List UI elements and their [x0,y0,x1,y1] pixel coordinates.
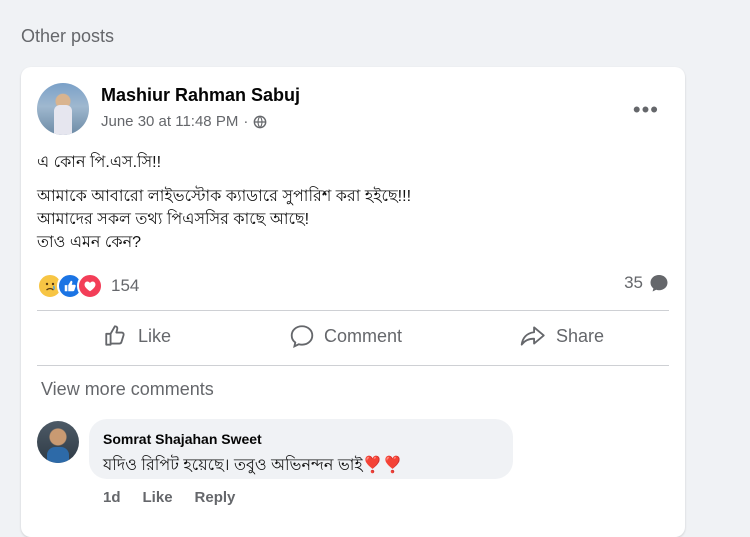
post-text: এ কোন পি.এস.সি!! আমাকে আবারো লাইভস্টোক ক… [37,151,411,254]
comment-bubble-icon [650,275,668,292]
post-text-line: আমাকে আবারো লাইভস্টোক ক্যাডারে সুপারিশ ক… [37,188,412,205]
author-avatar[interactable] [37,83,89,135]
globe-icon [253,115,267,128]
post-text-line: এ কোন পি.এস.সি!! [37,154,162,171]
thumbs-up-icon [105,325,125,346]
divider [37,310,669,311]
commenter-avatar[interactable] [37,421,79,463]
post-card: Mashiur Rahman Sabuj June 30 at 11:48 PM… [21,67,685,537]
reaction-count[interactable]: 154 [111,276,139,296]
comments-count[interactable]: 35 [624,273,669,293]
comment-like-button[interactable]: Like [143,489,173,506]
comment-label: Comment [324,325,403,346]
share-icon [520,326,545,346]
comment-text: যদিও রিপিট হয়েছে। তবুও অভিনন্দন ভাই❣️❣️ [103,457,403,474]
love-reaction-icon [77,273,103,299]
reactions-summary[interactable]: 154 [37,273,139,299]
post-meta: June 30 at 11:48 PM · [101,113,267,130]
post-text-line: আমাদের সকল তথ্য পিএসসির কাছে আছে! [37,211,310,228]
share-label: Share [556,325,605,346]
comment-actions: 1d Like Reply [103,489,235,506]
post-author-name[interactable]: Mashiur Rahman Sabuj [101,85,300,106]
divider [37,365,669,366]
comments-count-value: 35 [624,273,643,292]
like-label: Like [138,325,172,346]
meta-separator: · [243,113,249,130]
view-more-comments-link[interactable]: View more comments [41,379,214,400]
comment-time[interactable]: 1d [103,489,121,506]
section-title: Other posts [21,26,115,46]
post-timestamp[interactable]: June 30 at 11:48 PM [101,113,238,130]
like-button[interactable]: Like [103,323,171,349]
comment-icon [290,325,314,348]
share-button[interactable]: Share [519,323,604,349]
comment-bubble: Somrat Shajahan Sweet যদিও রিপিট হয়েছে।… [89,419,513,479]
comment-reply-button[interactable]: Reply [195,489,236,506]
more-options-button[interactable]: ••• [633,97,659,123]
comment-button[interactable]: Comment [289,323,402,349]
post-text-line: তাও এমন কেন? [37,234,142,251]
commenter-name[interactable]: Somrat Shajahan Sweet [103,431,262,447]
